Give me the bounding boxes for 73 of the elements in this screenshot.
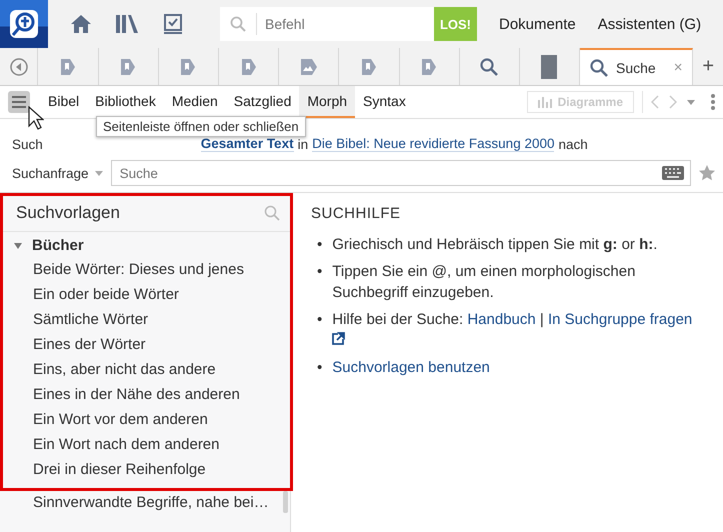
- search-icon[interactable]: [264, 205, 280, 221]
- search-icon: [480, 58, 498, 76]
- app-logo[interactable]: [0, 0, 48, 48]
- help-link[interactable]: Suchvorlagen benutzen: [332, 357, 490, 378]
- book-icon: [541, 54, 558, 78]
- checklist-icon[interactable]: [164, 14, 182, 34]
- menu-item[interactable]: Dokumente: [499, 16, 576, 32]
- caret-icon[interactable]: [14, 242, 22, 248]
- document-icon: [362, 58, 376, 74]
- library-icon[interactable]: [116, 15, 138, 33]
- help-text: Tippen Sie ein @, um einen morphologischen Suchbegriff einzugeben.: [332, 262, 636, 303]
- search-text: Such: [12, 136, 43, 152]
- query-field[interactable]: Suche: [110, 160, 691, 186]
- keyboard-icon[interactable]: [662, 166, 684, 180]
- search-type-tab[interactable]: Bibliothek: [87, 86, 164, 118]
- document-icon: [422, 58, 436, 74]
- separator-text: |: [540, 311, 544, 328]
- search-text: nach: [558, 136, 588, 152]
- help-title: SUCHHILFE: [311, 205, 402, 222]
- more-icon[interactable]: [711, 94, 715, 110]
- search-icon: [590, 58, 608, 76]
- document-icon: [61, 58, 76, 74]
- search-text: in: [298, 136, 308, 152]
- mouse-cursor-icon: [28, 106, 44, 130]
- template-item[interactable]: Ein oder beide Wörter: [0, 282, 290, 307]
- external-link-icon[interactable]: [332, 332, 346, 345]
- bullet: •: [317, 310, 322, 330]
- search-icon: [230, 16, 246, 32]
- document-icon: [121, 58, 136, 74]
- template-item[interactable]: Eines der Wörter: [0, 332, 290, 357]
- help-link[interactable]: In Suchgruppe fragen: [548, 311, 692, 328]
- template-item[interactable]: Eins, aber nicht das andere: [0, 357, 290, 382]
- dropdown-icon: [94, 170, 103, 176]
- tree-folder[interactable]: Bücher: [32, 237, 84, 254]
- star-icon[interactable]: [699, 165, 715, 181]
- template-item[interactable]: Ein Wort nach dem anderen: [0, 432, 290, 457]
- sidebar-title: Suchvorlagen: [16, 203, 120, 223]
- command-field[interactable]: Befehl: [256, 13, 434, 35]
- document-icon: [242, 58, 256, 74]
- help-text: Hilfe bei der Suche:: [332, 311, 464, 328]
- query-type-dropdown[interactable]: Suchanfrage: [12, 166, 103, 180]
- search-type-tab[interactable]: Medien: [164, 86, 226, 118]
- back-icon[interactable]: [10, 58, 28, 76]
- dropdown-icon[interactable]: [687, 100, 695, 104]
- bullet: •: [317, 262, 322, 282]
- template-item[interactable]: Beide Wörter: Dieses und jenes: [0, 257, 290, 282]
- document-icon: [181, 58, 196, 74]
- bullet: •: [317, 358, 322, 378]
- home-icon[interactable]: [71, 15, 91, 33]
- template-item[interactable]: Eines in der Nähe des anderen: [0, 382, 290, 407]
- menu-item[interactable]: Assistenten (G): [598, 16, 702, 32]
- new-tab-button[interactable]: +: [693, 48, 723, 85]
- template-item[interactable]: Sinnverwandte Begriffe, nahe bei…: [0, 490, 290, 515]
- search-type-tab[interactable]: Bibel: [40, 86, 88, 118]
- search-type-tab[interactable]: Morph: [299, 86, 356, 118]
- menu-icon: [12, 96, 26, 108]
- bar-chart-icon: [538, 96, 552, 108]
- document-tab[interactable]: Suche ×: [580, 48, 694, 85]
- template-item[interactable]: Sämtliche Wörter: [0, 307, 290, 332]
- search-type-tab[interactable]: Satzglied: [226, 86, 300, 118]
- help-text: Griechisch und Hebräisch tippen Sie mit g: or h:.: [332, 235, 658, 255]
- help-link[interactable]: Handbuch: [467, 311, 536, 328]
- tooltip: Seitenleiste öffnen oder schließen: [96, 116, 306, 137]
- search-type-tab[interactable]: Syntax: [355, 86, 414, 118]
- next-icon[interactable]: [669, 95, 677, 109]
- previous-icon[interactable]: [651, 95, 659, 109]
- template-item[interactable]: Drei in dieser Reihenfolge: [0, 457, 290, 482]
- bullet: •: [317, 235, 322, 255]
- template-item[interactable]: Ein Wort vor dem anderen: [0, 407, 290, 432]
- image-icon: [300, 58, 317, 74]
- scope-link[interactable]: Die Bibel: Neue revidierte Fassung 2000: [312, 136, 554, 152]
- sidebar-toggle-button[interactable]: [8, 91, 30, 113]
- scrollbar-thumb[interactable]: [283, 491, 288, 513]
